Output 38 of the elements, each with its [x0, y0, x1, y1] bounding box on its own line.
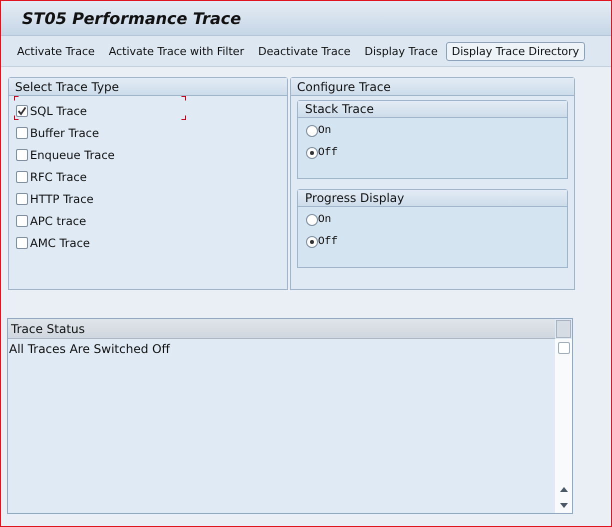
group-header: Stack Trace	[298, 101, 567, 118]
checkbox-label: Enqueue Trace	[30, 148, 115, 162]
checkbox[interactable]	[16, 215, 28, 227]
panel-header: Configure Trace	[291, 78, 574, 96]
scroll-thumb[interactable]	[558, 342, 570, 354]
checkbox-label: Buffer Trace	[30, 126, 100, 140]
group-header: Progress Display	[298, 190, 567, 207]
checkbox-label: SQL Trace	[30, 104, 87, 118]
radio-button[interactable]	[306, 214, 318, 226]
radio-label: On	[318, 125, 332, 137]
checkbox[interactable]	[16, 149, 28, 161]
radio-button[interactable]	[306, 125, 318, 137]
radio-button[interactable]	[306, 147, 318, 159]
checkbox[interactable]	[16, 171, 28, 183]
toolbar-button[interactable]: Display Trace	[358, 42, 444, 60]
scrollbar[interactable]	[555, 339, 572, 513]
toolbar-button[interactable]: Deactivate Trace	[252, 42, 357, 60]
checkbox-label: HTTP Trace	[30, 192, 94, 206]
toolbar-button[interactable]: Activate Trace	[11, 42, 101, 60]
scroll-down-icon[interactable]	[560, 502, 568, 508]
status-line: All Traces Are Switched Off	[9, 342, 172, 356]
panel-header: Select Trace Type	[9, 78, 287, 96]
scroll-up-icon[interactable]	[560, 486, 568, 492]
window-title: ST05 Performance Trace	[22, 8, 242, 28]
checkbox-label: RFC Trace	[30, 170, 87, 184]
checkbox[interactable]	[16, 105, 28, 117]
radio-label: On	[318, 214, 332, 226]
checkbox-label: AMC Trace	[30, 236, 90, 250]
checkbox[interactable]	[16, 237, 28, 249]
radio-label: Off	[318, 236, 338, 248]
checkbox-label: APC trace	[30, 214, 86, 228]
checkbox[interactable]	[16, 127, 28, 139]
radio-label: Off	[318, 147, 338, 159]
column-header: Trace Status	[8, 319, 555, 339]
toolbar-button[interactable]: Display Trace Directory	[446, 42, 586, 60]
checkbox[interactable]	[16, 193, 28, 205]
radio-button[interactable]	[306, 236, 318, 248]
toolbar-button[interactable]: Activate Trace with Filter	[102, 42, 250, 60]
